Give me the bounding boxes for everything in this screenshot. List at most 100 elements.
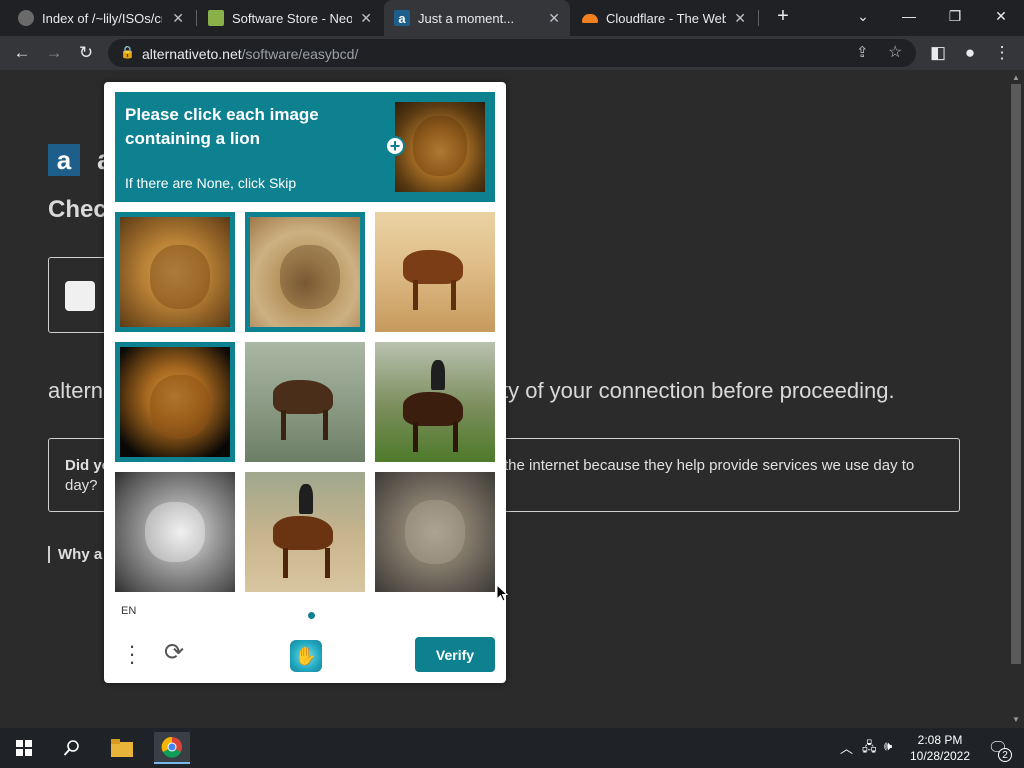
captcha-tile-4[interactable]	[115, 342, 235, 462]
why-heading: Why a	[48, 546, 102, 563]
horse-body-shape	[273, 380, 333, 414]
language-selector[interactable]: EN	[121, 605, 136, 617]
captcha-tile-3[interactable]	[375, 212, 495, 332]
challenge-checkbox[interactable]	[65, 281, 95, 311]
address-bar[interactable]: 🔒 alternativeto.net/software/easybcd/ ⇪ …	[108, 39, 916, 67]
expand-reference-icon[interactable]: +	[385, 136, 405, 156]
notification-center-icon[interactable]: 🗨 2	[982, 732, 1014, 764]
refresh-challenge-icon[interactable]: ⟳	[164, 638, 190, 666]
alternativeto-logo: a	[48, 144, 80, 176]
minimize-button[interactable]: —	[886, 0, 932, 32]
close-tab-icon[interactable]: ✕	[548, 10, 560, 27]
lock-icon[interactable]: 🔒	[120, 45, 135, 59]
search-icon[interactable]	[56, 732, 88, 764]
horse-leg-shape	[451, 280, 456, 310]
horse-image	[375, 212, 495, 332]
horse-body-shape	[273, 516, 333, 550]
captcha-prompt: Please click each image containing a lio…	[125, 105, 319, 148]
captcha-tile-9[interactable]	[375, 472, 495, 592]
close-window-button[interactable]: ✕	[978, 0, 1024, 32]
tab-title: Index of /~lily/ISOs/cru	[42, 10, 162, 26]
scroll-up-icon[interactable]: ▲	[1011, 73, 1021, 82]
windows-start-icon[interactable]	[8, 732, 40, 764]
horse-body-shape	[403, 250, 463, 284]
tab-strip: Index of /~lily/ISOs/cru ✕ Software Stor…	[0, 0, 1024, 36]
forward-arrow-icon[interactable]: →	[42, 41, 66, 65]
info-text: the internet because they help provide s…	[504, 457, 915, 474]
lion-image	[120, 217, 230, 327]
url-text: alternativeto.net/software/easybcd/	[142, 46, 359, 62]
horse-body-shape	[403, 392, 463, 426]
lion-face-shape	[150, 375, 210, 439]
rider-shape	[431, 360, 445, 390]
horse-leg-shape	[323, 410, 328, 440]
chrome-taskbar-icon[interactable]	[154, 732, 190, 764]
tab-index-of-isos[interactable]: Index of /~lily/ISOs/cru ✕	[8, 0, 194, 36]
scroll-thumb[interactable]	[1011, 84, 1021, 664]
new-tab-button[interactable]: +	[760, 0, 806, 32]
captcha-tile-5[interactable]	[245, 342, 365, 462]
bookmark-star-icon[interactable]: ☆	[888, 42, 902, 62]
file-explorer-icon[interactable]	[106, 732, 138, 764]
volume-icon[interactable]: 🕪	[884, 738, 892, 754]
browser-toolbar: ← → ↻ 🔒 alternativeto.net/software/easyb…	[0, 36, 1024, 70]
tab-search-chevron-icon[interactable]: ⌄	[840, 0, 886, 32]
tab-separator	[758, 10, 759, 26]
reload-icon[interactable]: ↻	[74, 41, 98, 65]
horse-leg-shape	[281, 410, 286, 440]
lion-face-shape	[150, 245, 210, 309]
page-indicator-dot	[308, 612, 315, 619]
hcaptcha-logo-icon[interactable]: ✋	[290, 640, 322, 672]
lion-face-shape	[280, 245, 340, 309]
captcha-menu-icon[interactable]: · · ·	[127, 635, 137, 673]
captcha-tile-7[interactable]	[115, 472, 235, 592]
cat-face-shape	[145, 502, 205, 562]
tab-title: Just a moment...	[418, 10, 515, 26]
horse-leg-shape	[413, 280, 418, 310]
clock-date: 10/28/2022	[909, 749, 971, 763]
horse-leg-shape	[453, 422, 458, 452]
captcha-header: Please click each image containing a lio…	[115, 92, 495, 202]
close-tab-icon[interactable]: ✕	[360, 10, 372, 27]
alternativeto-favicon-icon: a	[394, 10, 410, 26]
network-icon[interactable]: 🖧	[862, 738, 877, 760]
side-panel-icon[interactable]: ◧	[926, 41, 950, 65]
horse-leg-shape	[325, 548, 330, 578]
verify-connection-text: altern ty of your connection before proc…	[48, 378, 895, 403]
show-hidden-icons-icon[interactable]: ︿	[840, 738, 853, 757]
cloudflare-favicon-icon	[582, 13, 598, 23]
captcha-tile-2[interactable]	[245, 212, 365, 332]
close-tab-icon[interactable]: ✕	[734, 10, 746, 27]
rider-shape	[299, 484, 313, 514]
horse-image	[245, 342, 365, 462]
lion-face-shape	[405, 500, 465, 564]
page-favicon-icon	[18, 10, 34, 26]
captcha-tile-8[interactable]	[245, 472, 365, 592]
scroll-down-icon[interactable]: ▼	[1011, 715, 1021, 724]
notification-count-badge: 2	[998, 748, 1012, 762]
windows-taskbar: ︿ 🖧 🕪 2:08 PM 10/28/2022 🗨 2	[0, 728, 1024, 768]
verify-button[interactable]: Verify	[415, 637, 495, 672]
page-scrollbar[interactable]: ▲ ▼	[1008, 70, 1024, 728]
share-icon[interactable]: ⇪	[856, 43, 869, 61]
tab-just-a-moment[interactable]: a Just a moment... ✕	[384, 0, 570, 36]
tab-title: Software Store - NeoSm	[232, 10, 352, 26]
menu-kebab-icon[interactable]: ⋮	[990, 41, 1014, 65]
close-tab-icon[interactable]: ✕	[172, 10, 184, 27]
info-question-continued: day?	[65, 477, 98, 494]
tab-cloudflare[interactable]: Cloudflare - The Web P ✕	[572, 0, 756, 36]
captcha-hint: If there are None, click Skip	[125, 175, 297, 191]
captcha-tile-6[interactable]	[375, 342, 495, 462]
restore-button[interactable]: ❐	[932, 0, 978, 32]
cat-image	[115, 472, 235, 592]
clock-time: 2:08 PM	[917, 733, 963, 747]
lion-image	[250, 217, 360, 327]
page-favicon-icon	[208, 10, 224, 26]
profile-icon[interactable]: ●	[958, 41, 982, 65]
back-arrow-icon[interactable]: ←	[10, 41, 34, 65]
lion-face-shape	[413, 116, 467, 176]
captcha-tile-1[interactable]	[115, 212, 235, 332]
tab-title: Cloudflare - The Web P	[606, 10, 726, 26]
system-clock[interactable]: 2:08 PM 10/28/2022	[900, 732, 980, 764]
tab-software-store[interactable]: Software Store - NeoSm ✕	[198, 0, 382, 36]
